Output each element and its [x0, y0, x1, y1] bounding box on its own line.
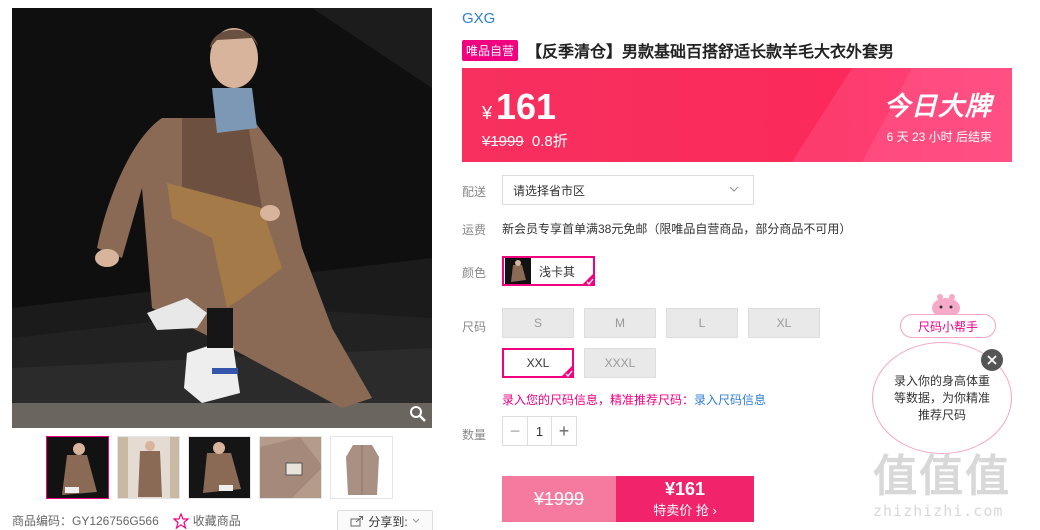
size-option-m[interactable]: M: [584, 308, 656, 338]
size-option-xxl-label: XXL: [526, 356, 550, 370]
share-button[interactable]: 分享到:: [337, 510, 433, 530]
buy-now-area[interactable]: ¥161 特卖价 抢 ›: [616, 476, 754, 522]
size-option-xl[interactable]: XL: [748, 308, 820, 338]
magnifier-icon[interactable]: [408, 404, 428, 424]
thumbnail-3[interactable]: [188, 436, 251, 499]
discount-rate: 0.8折: [531, 133, 568, 150]
promo-title: 今日大牌: [883, 91, 992, 121]
share-icon: [350, 516, 364, 527]
size-helper-message: 录入你的身高体重等数据，为你精准推荐尺码: [893, 374, 990, 422]
delivery-label: 配送: [462, 185, 487, 199]
original-price: ¥1999: [482, 133, 524, 150]
self-operated-badge: 唯品自营: [462, 39, 519, 61]
quantity-label: 数量: [462, 428, 487, 442]
thumbnail-4[interactable]: [259, 436, 322, 499]
color-label: 颜色: [462, 266, 487, 280]
region-select-value: 请选择省市区: [513, 183, 586, 198]
watermark-url: zhizhizhi.com: [873, 502, 1004, 520]
region-select[interactable]: 请选择省市区: [502, 175, 754, 205]
selected-check-icon: [581, 272, 595, 286]
sku-code: 商品编码：GY126756G566: [12, 514, 159, 528]
product-page: 商品编码：GY126756G566 收藏商品 分享到: GXG 唯品自营 【反季…: [0, 0, 1040, 530]
color-option-selected[interactable]: 浅卡其: [502, 256, 595, 286]
freight-info: 新会员专享首单满38元免邮（限唯品自营商品，部分商品不可用）: [502, 222, 852, 236]
color-option-label: 浅卡其: [539, 264, 576, 279]
size-option-xxxl[interactable]: XXXL: [584, 348, 656, 378]
buy-action-label: 特卖价 抢 ›: [653, 503, 717, 518]
product-title: 【反季清仓】男款基础百搭舒适长款羊毛大衣外套男: [526, 44, 895, 61]
color-swatch-thumbnail: [505, 258, 531, 284]
original-price-row: ¥1999 0.8折: [482, 130, 568, 151]
main-product-photo[interactable]: [12, 8, 432, 428]
favorite-label: 收藏商品: [192, 514, 241, 528]
size-hint-text: 录入您的尺码信息，精准推荐尺码：: [502, 393, 695, 407]
quantity-increase-button[interactable]: +: [552, 417, 576, 445]
watermark: 值值值 zhizhizhi.com: [873, 452, 1033, 530]
freight-label: 运费: [462, 223, 487, 237]
size-entry-link[interactable]: 录入尺码信息: [694, 393, 766, 407]
buy-button[interactable]: ¥1999 ¥161 特卖价 抢 ›: [502, 476, 754, 522]
quantity-input[interactable]: 1: [527, 417, 552, 445]
thumbnail-strip: [46, 436, 393, 499]
current-price-value: 161: [496, 86, 557, 127]
favorite-button[interactable]: 收藏商品: [172, 512, 241, 529]
thumbnail-2[interactable]: [117, 436, 180, 499]
chevron-down-icon: [729, 186, 739, 192]
thumbnail-5[interactable]: [330, 436, 393, 499]
watermark-logo: 值值值: [873, 451, 1011, 502]
thumbnail-1[interactable]: [46, 436, 109, 499]
buy-original-price: ¥1999: [502, 476, 616, 522]
close-icon[interactable]: [981, 349, 1003, 371]
price-panel: ¥ 161 ¥1999 0.8折 今日大牌 6 天 23 小时 后结束: [462, 68, 1012, 162]
quantity-decrease-button[interactable]: −: [503, 417, 527, 445]
size-option-s[interactable]: S: [502, 308, 574, 338]
size-option-xxl[interactable]: XXL: [502, 348, 574, 378]
quantity-stepper: − 1 +: [502, 416, 577, 446]
current-price: ¥ 161: [482, 86, 556, 128]
title-row: 唯品自营 【反季清仓】男款基础百搭舒适长款羊毛大衣外套男: [462, 38, 894, 62]
product-meta: 商品编码：GY126756G566 收藏商品: [12, 512, 241, 529]
size-option-l[interactable]: L: [666, 308, 738, 338]
currency-symbol: ¥: [482, 103, 493, 123]
brand-link[interactable]: GXG: [462, 10, 495, 27]
selected-check-icon: [560, 364, 574, 378]
star-icon: [172, 512, 189, 529]
countdown-timer: 6 天 23 小时 后结束: [886, 130, 992, 144]
size-helper-button[interactable]: 尺码小帮手: [900, 314, 996, 338]
size-hint: 录入您的尺码信息，精准推荐尺码：录入尺码信息: [502, 391, 766, 408]
size-label: 尺码: [462, 320, 487, 334]
share-label: 分享到:: [368, 514, 408, 529]
chevron-down-icon: [412, 518, 420, 523]
buy-price: ¥161: [664, 479, 706, 499]
